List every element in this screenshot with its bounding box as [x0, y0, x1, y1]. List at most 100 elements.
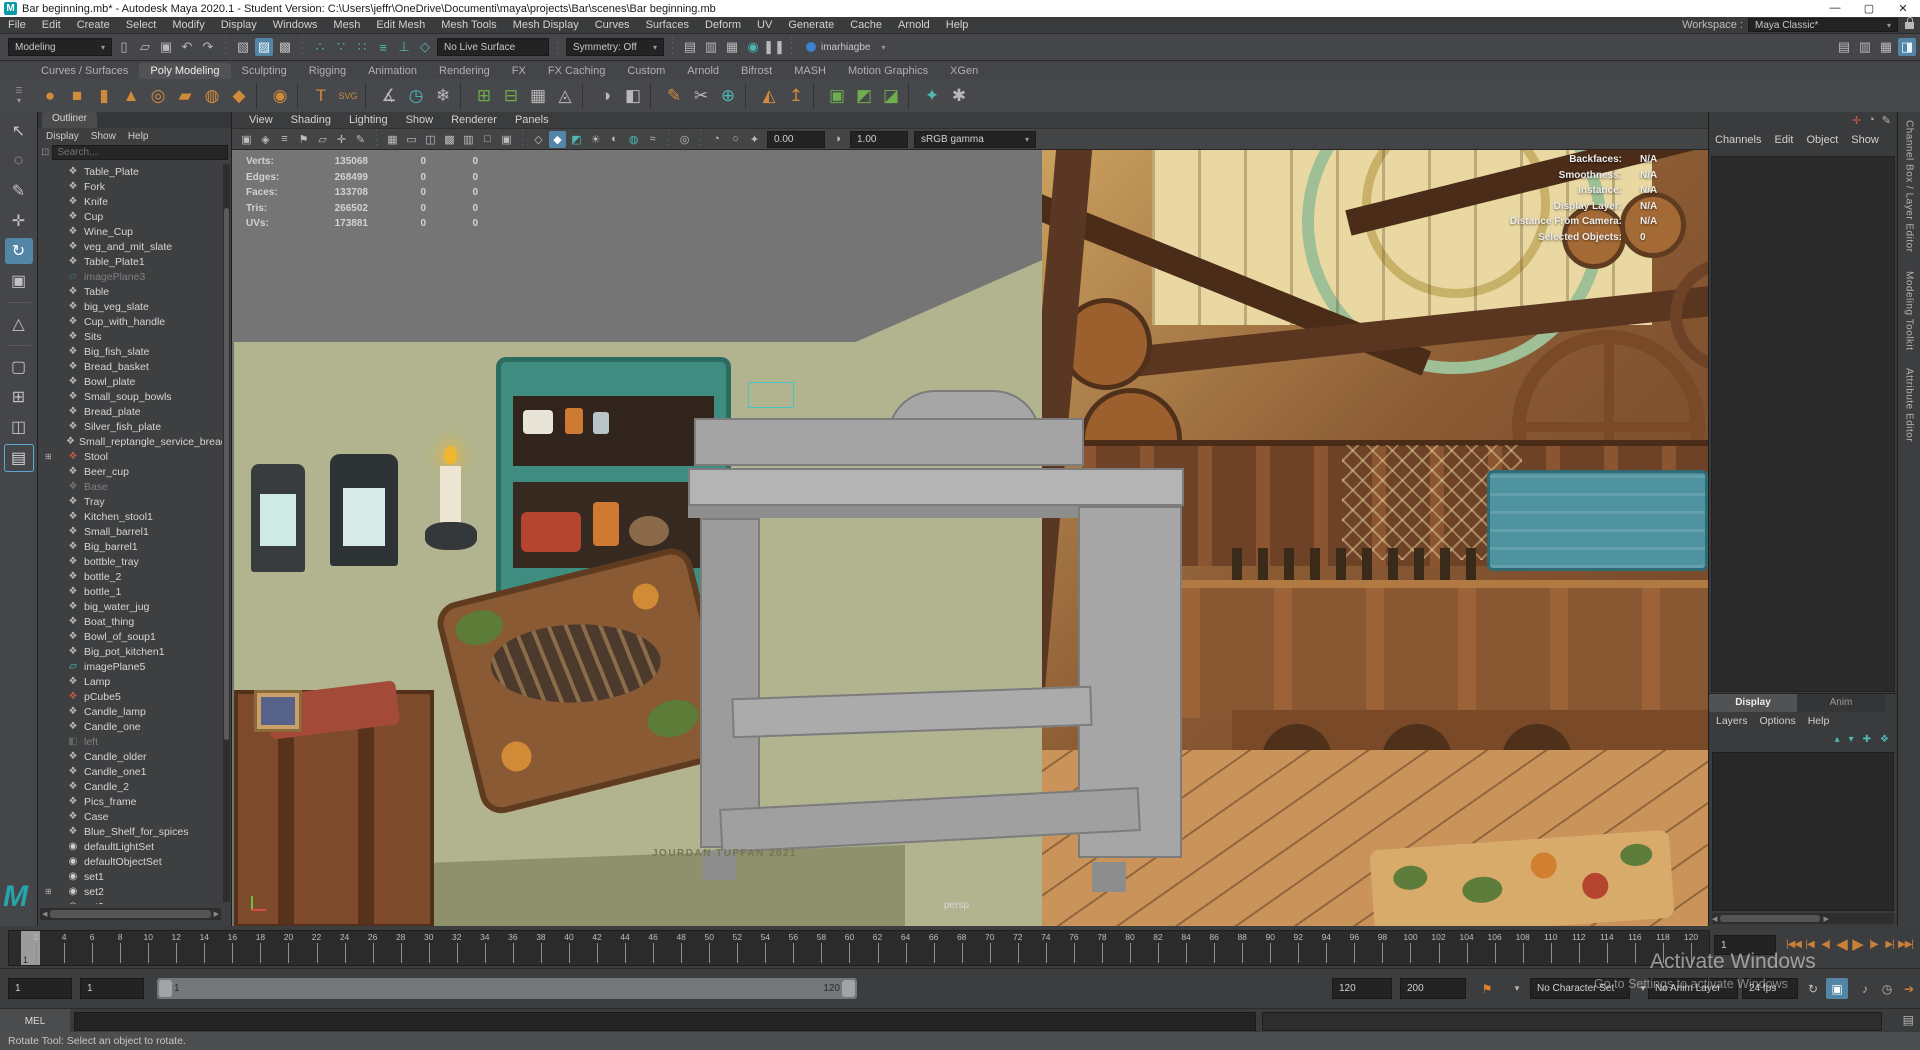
select-tool[interactable]: ↖: [5, 118, 33, 144]
lock-camera-icon[interactable]: ◈: [257, 131, 274, 148]
viewport-menu-show[interactable]: Show: [399, 114, 441, 126]
menu-generate[interactable]: Generate: [780, 19, 842, 31]
layer-tab-anim[interactable]: Anim: [1797, 694, 1885, 712]
channel-box-empty[interactable]: [1711, 156, 1895, 692]
combine-icon[interactable]: ⊞: [472, 83, 496, 109]
shelf-tab-curves-surfaces[interactable]: Curves / Surfaces: [30, 63, 139, 79]
shelf-menu-icon[interactable]: ☰: [15, 86, 22, 95]
shelf-tab-animation[interactable]: Animation: [357, 63, 428, 79]
outliner-item-defaultobjectset[interactable]: ◉ defaultObjectSet: [38, 854, 222, 869]
scroll-left-arrow[interactable]: ◀: [42, 910, 47, 918]
menu-mesh-tools[interactable]: Mesh Tools: [433, 19, 504, 31]
script-editor-icon[interactable]: ▤: [1903, 1013, 1914, 1027]
select-component-icon[interactable]: ▩: [276, 38, 294, 56]
make-live-icon[interactable]: ◇: [416, 38, 434, 56]
save-scene-icon[interactable]: ▣: [157, 38, 175, 56]
layout-outliner-persp[interactable]: ▤: [3, 444, 34, 472]
outliner-item-bottle_2[interactable]: ❖ bottle_2: [38, 569, 222, 584]
image-plane-icon[interactable]: ▱: [314, 131, 331, 148]
scroll-right-arrow[interactable]: ▶: [1823, 915, 1828, 923]
expand-icon[interactable]: ⊞: [45, 887, 52, 896]
viewport-canvas[interactable]: Verts: 135068 0 0 Edges: 268499 0 0 Faces: 133708…: [232, 150, 1708, 926]
ssao-icon[interactable]: ◍: [625, 131, 642, 148]
outliner-item-small_barrel1[interactable]: ❖ Small_barrel1: [38, 524, 222, 539]
separate-icon[interactable]: ⊟: [499, 83, 523, 109]
outliner-item-table[interactable]: ❖ Table: [38, 284, 222, 299]
shelf-options-icon[interactable]: ▾: [17, 96, 21, 105]
expand-icon[interactable]: ⊞: [45, 452, 52, 461]
gamma-field[interactable]: 1.00: [850, 130, 908, 148]
outliner-item-big_barrel1[interactable]: ❖ Big_barrel1: [38, 539, 222, 554]
snap-to-point-icon[interactable]: ∷: [353, 38, 371, 56]
animation-preferences-icon[interactable]: ◷: [1876, 978, 1898, 999]
menu-arnold[interactable]: Arnold: [890, 19, 938, 31]
outliner-item-candle_2[interactable]: ❖ Candle_2: [38, 779, 222, 794]
scrollbar-thumb[interactable]: [1720, 915, 1821, 922]
outliner-item-beer_cup[interactable]: ❖ Beer_cup: [38, 464, 222, 479]
go-to-start-button[interactable]: |◀◀: [1786, 933, 1802, 955]
scrollbar-thumb[interactable]: [224, 208, 229, 740]
outliner-tab[interactable]: Outliner: [42, 112, 98, 128]
camera-attributes-icon[interactable]: ≡: [276, 131, 293, 148]
use-all-lights-icon[interactable]: ☀: [587, 131, 604, 148]
gate-mask-icon[interactable]: ▩: [441, 131, 458, 148]
poly-platonic-icon[interactable]: ◆: [227, 83, 251, 109]
grid-icon[interactable]: ▦: [384, 131, 401, 148]
new-empty-layer-icon[interactable]: ✚: [1863, 734, 1871, 749]
command-input[interactable]: [74, 1012, 1256, 1031]
go-to-end-button[interactable]: ▶▶|: [1898, 933, 1914, 955]
shelf-tab-poly-modeling[interactable]: Poly Modeling: [139, 63, 231, 79]
resolution-gate-icon[interactable]: ◫: [422, 131, 439, 148]
fps-dropdown[interactable]: 24 fps: [1742, 978, 1798, 999]
xray-icon[interactable]: ◔: [708, 131, 725, 148]
outliner-item-case[interactable]: ❖ Case: [38, 809, 222, 824]
ipr-render-icon[interactable]: ▥: [702, 38, 720, 56]
mash-editor-icon[interactable]: ◩: [852, 83, 876, 109]
viewport-menu-view[interactable]: View: [242, 114, 280, 126]
pause-viewport-icon[interactable]: ❚❚: [763, 38, 785, 56]
sidebar-tab-attribute-editor[interactable]: Attribute Editor: [1904, 368, 1915, 442]
shelf-tab-sculpting[interactable]: Sculpting: [231, 63, 298, 79]
sidebar-tab-channel-box-layer-editor[interactable]: Channel Box / Layer Editor: [1904, 120, 1915, 253]
svg-tool-icon[interactable]: SVG: [336, 83, 360, 109]
outliner-menu-help[interactable]: Help: [128, 131, 149, 142]
outliner-item-base[interactable]: ❖ Base: [38, 479, 222, 494]
no-live-surface-field[interactable]: No Live Surface: [437, 38, 549, 56]
layer-list[interactable]: [1712, 752, 1894, 911]
outliner-item-candle_one1[interactable]: ❖ Candle_one1: [38, 764, 222, 779]
maximize-button[interactable]: ▢: [1852, 2, 1886, 15]
new-layer-from-selected-icon[interactable]: ❖: [1880, 734, 1889, 749]
workspace-dropdown[interactable]: Maya Classic* ▾: [1748, 18, 1898, 32]
shelf-tab-mash[interactable]: MASH: [783, 63, 837, 79]
shelf-tab-rigging[interactable]: Rigging: [298, 63, 357, 79]
poly-disc-icon[interactable]: ◍: [200, 83, 224, 109]
outliner-item-defaultlightset[interactable]: ◉ defaultLightSet: [38, 839, 222, 854]
outliner-item-small_reptangle_service_bread[interactable]: ❖ Small_reptangle_service_bread: [38, 434, 222, 449]
viewport-menu-panels[interactable]: Panels: [508, 114, 556, 126]
outliner-item-sits[interactable]: ❖ Sits: [38, 329, 222, 344]
quad-draw-icon[interactable]: ✎: [662, 83, 686, 109]
outliner-item-imageplane5[interactable]: ▱ imagePlane5: [38, 659, 222, 674]
anim-layer-dropdown[interactable]: No Anim Layer: [1648, 978, 1738, 999]
outliner-item-bread_plate[interactable]: ❖ Bread_plate: [38, 404, 222, 419]
current-frame-field[interactable]: [1714, 935, 1776, 955]
animation-start-field[interactable]: [8, 978, 72, 999]
mash-network-icon[interactable]: ▣: [825, 83, 849, 109]
symmetry-dropdown[interactable]: Symmetry: Off ▾: [566, 38, 664, 56]
outliner-item-big_fish_slate[interactable]: ❖ Big_fish_slate: [38, 344, 222, 359]
outliner-item-pcube5[interactable]: ❖ pCube5: [38, 689, 222, 704]
outliner-horizontal-scrollbar[interactable]: ◀ ▶: [40, 908, 221, 920]
paint-select-tool[interactable]: ✎: [5, 178, 33, 204]
extrude-icon[interactable]: ↥: [784, 83, 808, 109]
boolean-icon[interactable]: ◑: [594, 83, 618, 109]
sparkle-icon[interactable]: ✦: [920, 83, 944, 109]
shelf-tab-fx[interactable]: FX: [501, 63, 537, 79]
time-slider-track[interactable]: 1 2 4 6 8 10 12 14 16 18 20 22 24 26 28 30 32 34 36 38 40 42…: [8, 930, 1710, 966]
open-scene-icon[interactable]: ▱: [136, 38, 154, 56]
outliner-item-big_veg_slate[interactable]: ❖ big_veg_slate: [38, 299, 222, 314]
outliner-item-kitchen_stool1[interactable]: ❖ Kitchen_stool1: [38, 509, 222, 524]
redo-icon[interactable]: ↷: [199, 38, 217, 56]
new-scene-icon[interactable]: ▯: [115, 38, 133, 56]
select-camera-icon[interactable]: ▣: [238, 131, 255, 148]
bookmark-icon[interactable]: ⚑: [295, 131, 312, 148]
